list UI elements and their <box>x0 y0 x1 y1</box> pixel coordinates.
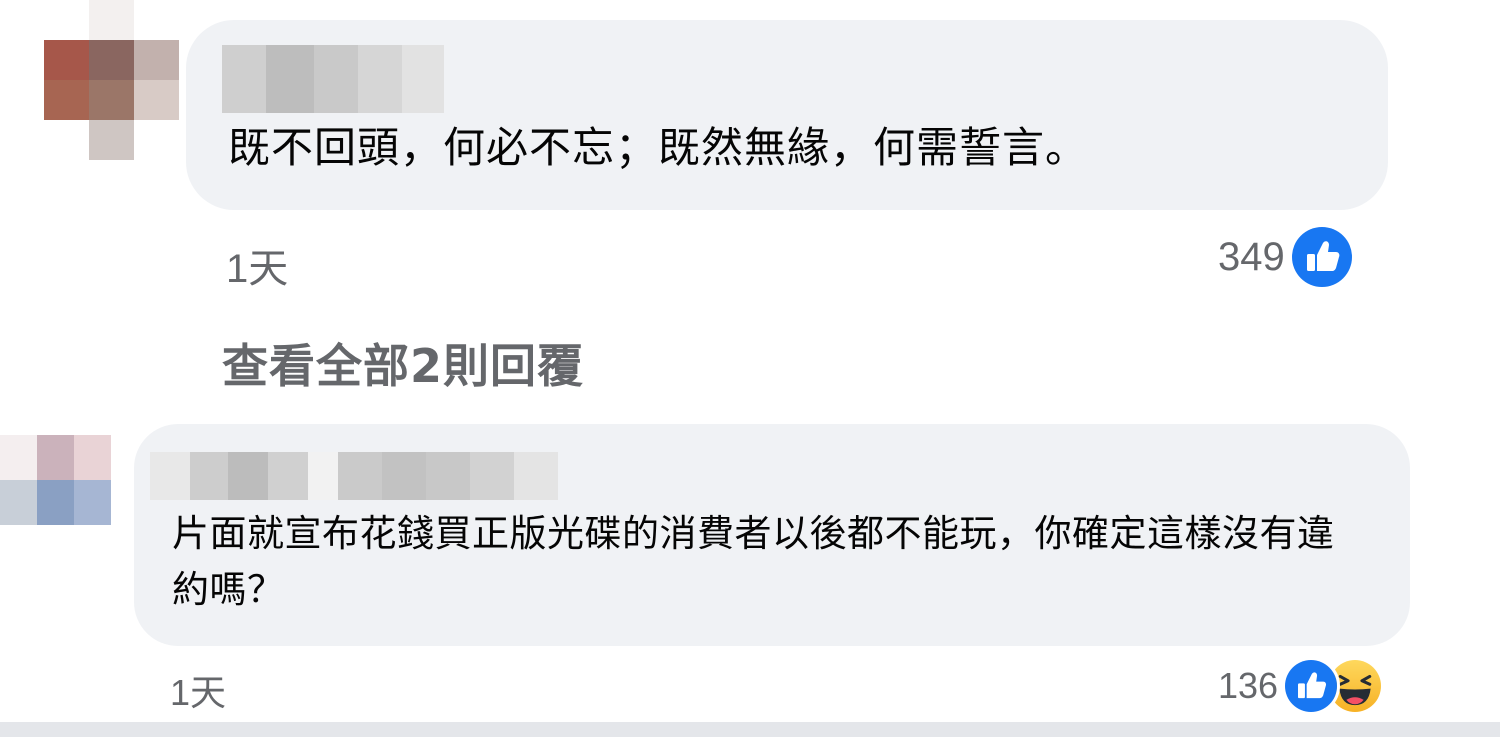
commenter-avatar[interactable] <box>44 0 179 160</box>
avatar-pixel <box>134 80 179 120</box>
avatar-pixel <box>134 120 179 160</box>
avatar-pixel <box>44 40 89 80</box>
view-all-replies-link[interactable]: 查看全部2則回覆 <box>222 330 584 396</box>
avatar-pixel <box>74 480 111 525</box>
avatar-pixel <box>44 120 89 160</box>
avatar-pixel <box>89 0 134 40</box>
avatar-pixel <box>74 435 111 480</box>
comment-text: 既不回頭，何必不忘；既然無緣，何需誓言。 <box>228 123 1089 172</box>
avatar-pixel <box>0 480 37 525</box>
avatar-pixel <box>37 435 74 480</box>
like-icon <box>1288 224 1355 290</box>
reaction-summary[interactable]: 136 <box>1218 656 1385 716</box>
avatar-pixel <box>89 40 134 80</box>
commenter-name-blurred[interactable] <box>150 452 558 500</box>
feed-divider <box>0 722 1500 737</box>
like-icon <box>1282 657 1341 715</box>
commenter-name-blurred[interactable] <box>222 45 444 113</box>
avatar-pixel <box>37 480 74 525</box>
avatar-pixel <box>89 80 134 120</box>
reaction-count: 349 <box>1218 234 1285 279</box>
comment-timestamp[interactable]: 1天 <box>226 236 288 294</box>
commenter-avatar[interactable] <box>0 435 112 525</box>
avatar-pixel <box>0 435 37 480</box>
avatar-pixel <box>44 80 89 120</box>
comment-timestamp[interactable]: 1天 <box>170 664 226 716</box>
avatar-pixel <box>89 120 134 160</box>
comment-text: 片面就宣布花錢買正版光碟的消費者以後都不能玩，你確定這樣沒有違約嗎？ <box>172 512 1335 611</box>
reaction-count: 136 <box>1218 665 1279 706</box>
avatar-pixel <box>134 40 179 80</box>
avatar-pixel <box>44 0 89 40</box>
avatar-pixel <box>134 0 179 40</box>
reaction-summary[interactable]: 349 <box>1218 224 1355 290</box>
